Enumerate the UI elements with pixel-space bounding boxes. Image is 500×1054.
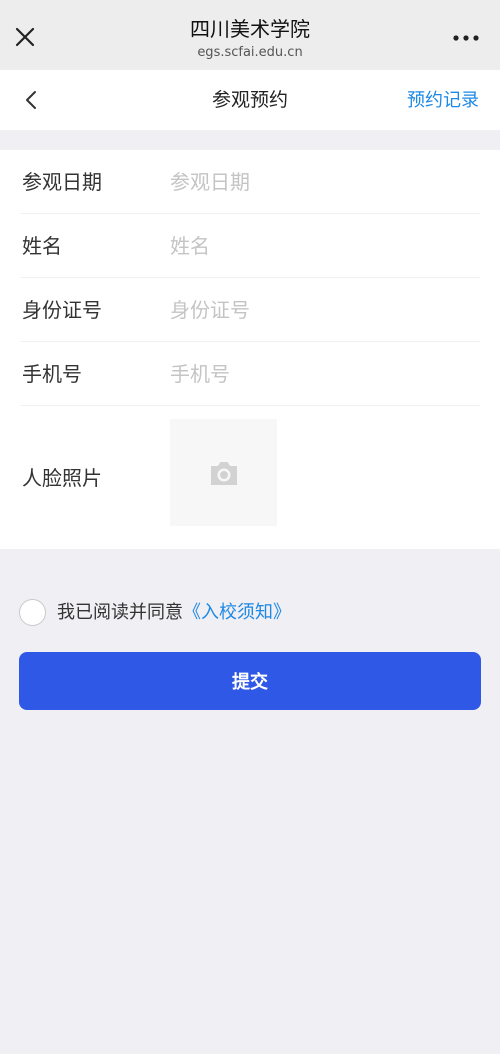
visit-date-input[interactable]	[170, 166, 480, 198]
visit-date-row: 参观日期	[20, 150, 480, 214]
id-number-row: 身份证号	[20, 278, 480, 342]
booking-form: 参观日期 姓名 身份证号 手机号 人脸照片	[0, 150, 500, 549]
page-header: 参观预约 预约记录	[0, 70, 500, 130]
browser-titles: 四川美术学院 egs.scfai.edu.cn	[100, 16, 400, 62]
phone-input[interactable]	[170, 358, 480, 390]
id-number-label: 身份证号	[22, 298, 102, 322]
face-photo-label: 人脸照片	[22, 466, 102, 490]
name-row: 姓名	[20, 214, 480, 278]
name-input[interactable]	[170, 230, 480, 262]
browser-title: 四川美术学院	[190, 17, 310, 41]
visit-date-label: 参观日期	[22, 170, 102, 194]
back-icon[interactable]	[20, 88, 44, 112]
agreement-label: 我已阅读并同意	[57, 602, 183, 623]
agreement-row: 我已阅读并同意《入校须知》	[19, 599, 479, 627]
name-label: 姓名	[22, 234, 62, 258]
id-number-input[interactable]	[170, 294, 480, 326]
agreement-text: 我已阅读并同意《入校须知》	[57, 600, 291, 626]
submit-button[interactable]: 提交	[19, 652, 481, 710]
entry-notice-link[interactable]: 《入校须知》	[183, 602, 291, 623]
page-title: 参观预约	[211, 89, 288, 111]
browser-bar: 四川美术学院 egs.scfai.edu.cn	[0, 0, 500, 70]
face-photo-row: 人脸照片	[20, 406, 480, 549]
phone-row: 手机号	[20, 342, 480, 406]
agreement-checkbox[interactable]	[19, 599, 46, 626]
camera-icon	[211, 462, 237, 485]
browser-domain: egs.scfai.edu.cn	[197, 45, 303, 60]
face-photo-upload[interactable]	[170, 419, 277, 526]
close-icon[interactable]	[10, 22, 40, 52]
booking-history-link[interactable]: 预约记录	[407, 88, 479, 114]
phone-label: 手机号	[22, 362, 82, 386]
more-options-icon[interactable]	[452, 26, 480, 46]
